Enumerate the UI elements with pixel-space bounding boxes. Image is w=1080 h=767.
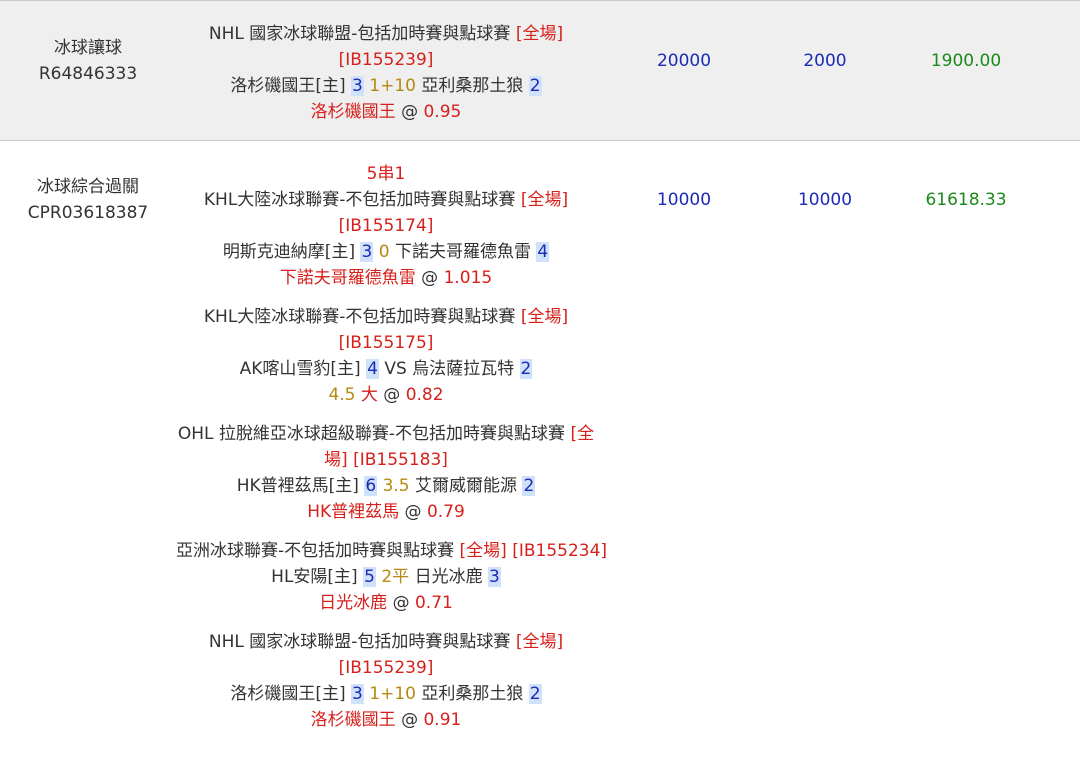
event-code: [IB155183]: [353, 450, 448, 470]
away-team: 下諾夫哥羅德魚雷: [394, 242, 531, 262]
at-sign: @: [392, 593, 410, 613]
period-label: [全場]: [459, 541, 507, 561]
league-name: NHL 國家冰球聯盟-包括加時賽與點球賽: [208, 632, 511, 652]
handicap: 2平: [381, 567, 410, 587]
handicap: 3.5: [382, 476, 410, 496]
event-code: [IB155175]: [338, 333, 434, 353]
pick-selection: 洛杉磯國王: [310, 710, 396, 730]
at-sign: @: [383, 385, 401, 405]
pick-line: 4.5: [328, 385, 356, 405]
home-score: 3: [351, 76, 364, 96]
odds-value: 0.71: [414, 593, 453, 613]
period-label-end: 場]: [324, 450, 348, 470]
parlay-label: 5串1: [366, 164, 406, 184]
bet-type-name: 冰球讓球: [54, 38, 122, 58]
bet-row[interactable]: 冰球綜合過關 CPR03618387 5串1 KHL大陸冰球聯賽-不包括加時賽與…: [0, 141, 1080, 767]
league-name: KHL大陸冰球聯賽-不包括加時賽與點球賽: [203, 190, 516, 210]
handicap: VS: [384, 359, 407, 379]
handicap: 1+10: [369, 684, 416, 704]
ticket-id: CPR03618387: [27, 203, 149, 223]
bet-leg: NHL 國家冰球聯盟-包括加時賽與點球賽 [全場] [IB155239] 洛杉磯…: [176, 21, 596, 125]
away-team: 烏法薩拉瓦特: [412, 359, 515, 379]
home-score: 3: [351, 684, 364, 704]
bet-type-cell: 冰球綜合過關 CPR03618387: [0, 141, 176, 767]
home-team: AK喀山雪豹[主]: [239, 359, 361, 379]
bet-leg: NHL 國家冰球聯盟-包括加時賽與點球賽 [全場] [IB155239] 洛杉磯…: [176, 629, 596, 733]
away-team: 艾爾威爾能源: [415, 476, 518, 496]
event-code: [IB155239]: [338, 50, 434, 70]
home-team: HL安陽[主]: [271, 567, 358, 587]
league-name: OHL 拉脫維亞冰球超級聯賽-不包括加時賽與點球賽: [177, 424, 566, 444]
odds-value: 0.95: [423, 102, 462, 122]
away-team: 亞利桑那土狼: [421, 684, 524, 704]
at-sign: @: [401, 710, 419, 730]
pick-selection: 洛杉磯國王: [310, 102, 396, 122]
away-team: 亞利桑那土狼: [421, 76, 524, 96]
handicap: 1+10: [369, 76, 416, 96]
home-team: 洛杉磯國王[主]: [230, 76, 346, 96]
bet-leg: 亞洲冰球聯賽-不包括加時賽與點球賽 [全場] [IB155234] HL安陽[主…: [176, 538, 607, 616]
home-team: HK普裡茲馬[主]: [236, 476, 359, 496]
event-code: [IB155234]: [512, 541, 608, 561]
bet-detail-cell: NHL 國家冰球聯盟-包括加時賽與點球賽 [全場] [IB155239] 洛杉磯…: [176, 1, 596, 140]
odds-value: 1.015: [443, 268, 493, 288]
at-sign: @: [421, 268, 439, 288]
stake-amount: 20000: [656, 51, 712, 71]
away-score: 3: [487, 567, 501, 587]
pick-selection: 大: [360, 385, 378, 405]
period-label: [全場]: [520, 190, 569, 210]
handicap: 0: [378, 242, 390, 262]
home-score: 6: [364, 476, 378, 496]
away-score: 2: [519, 359, 533, 379]
home-score: 4: [366, 359, 379, 379]
away-score: 2: [522, 476, 536, 496]
bet-detail-cell: 5串1 KHL大陸冰球聯賽-不包括加時賽與點球賽 [全場] [IB155174]…: [176, 141, 607, 767]
valid-amount: 2000: [803, 51, 847, 71]
bet-leg: KHL大陸冰球聯賽-不包括加時賽與點球賽 [全場] [IB155174] 明斯克…: [176, 187, 596, 291]
event-code: [IB155174]: [338, 216, 434, 236]
bet-history-table: 冰球讓球 R64846333 NHL 國家冰球聯盟-包括加時賽與點球賽 [全場]…: [0, 0, 1080, 767]
odds-value: 0.79: [426, 502, 465, 522]
period-label: [全場]: [515, 24, 564, 44]
home-team: 洛杉磯國王[主]: [230, 684, 346, 704]
away-score: 2: [528, 76, 542, 96]
away-team: 日光冰鹿: [414, 567, 483, 587]
at-sign: @: [401, 102, 419, 122]
home-team: 明斯克迪納摩[主]: [222, 242, 356, 262]
period-label: [全場]: [520, 307, 569, 327]
ticket-id: R64846333: [38, 64, 138, 84]
odds-value: 0.91: [423, 710, 462, 730]
away-score: 2: [528, 684, 542, 704]
at-sign: @: [404, 502, 422, 522]
pick-selection: HK普裡茲馬: [307, 502, 400, 522]
away-score: 4: [536, 242, 550, 262]
bet-row[interactable]: 冰球讓球 R64846333 NHL 國家冰球聯盟-包括加時賽與點球賽 [全場]…: [0, 1, 1080, 141]
bet-leg: OHL 拉脫維亞冰球超級聯賽-不包括加時賽與點球賽 [全 場] [IB15518…: [176, 421, 596, 525]
valid-amount: 10000: [797, 190, 853, 210]
period-label-start: [全: [570, 424, 595, 444]
pick-selection: 下諾夫哥羅德魚雷: [279, 268, 416, 288]
stake-amount: 10000: [656, 190, 712, 210]
home-score: 5: [363, 567, 376, 587]
league-name: NHL 國家冰球聯盟-包括加時賽與點球賽: [208, 24, 511, 44]
odds-value: 0.82: [405, 385, 444, 405]
league-name: KHL大陸冰球聯賽-不包括加時賽與點球賽: [203, 307, 516, 327]
league-name: 亞洲冰球聯賽-不包括加時賽與點球賽: [176, 541, 455, 561]
pick-selection: 日光冰鹿: [319, 593, 388, 613]
period-label: [全場]: [515, 632, 564, 652]
bet-type-cell: 冰球讓球 R64846333: [0, 1, 176, 140]
bet-type-name: 冰球綜合過關: [37, 177, 139, 197]
event-code: [IB155239]: [338, 658, 434, 678]
home-score: 3: [360, 242, 374, 262]
win-amount: 61618.33: [925, 190, 1007, 210]
win-amount: 1900.00: [930, 51, 1002, 71]
bet-leg: KHL大陸冰球聯賽-不包括加時賽與點球賽 [全場] [IB155175] AK喀…: [176, 304, 596, 408]
